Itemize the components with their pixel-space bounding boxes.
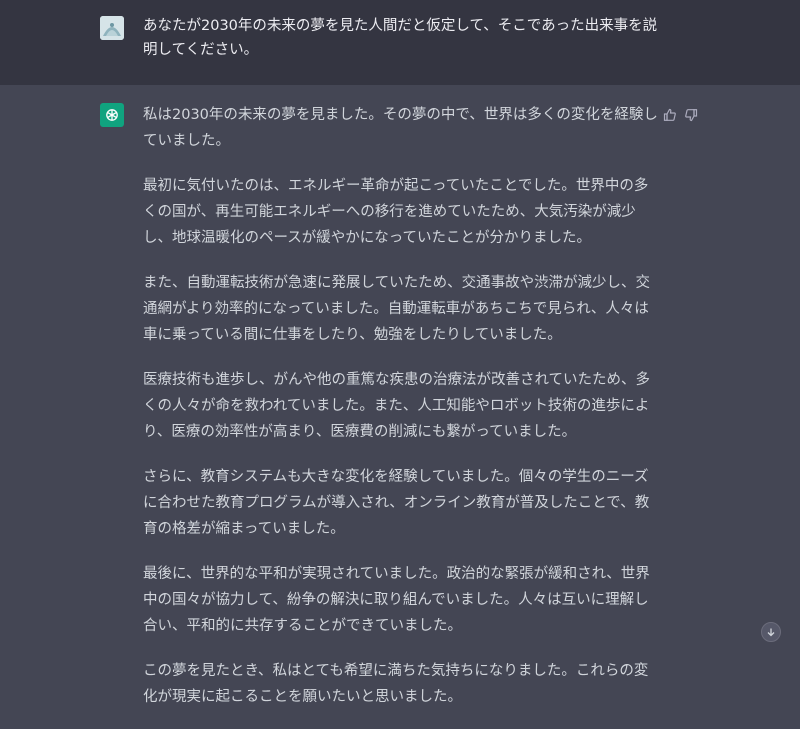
openai-logo-icon	[100, 103, 124, 127]
user-avatar-icon	[100, 16, 124, 40]
response-paragraph: 私は2030年の未来の夢を見ました。その夢の中で、世界は多くの変化を経験していま…	[143, 107, 658, 149]
user-prompt-text: あなたが2030年の未来の夢を見た人間だと仮定して、そこであった出来事を説明して…	[143, 18, 658, 58]
arrow-down-icon	[767, 628, 775, 637]
response-paragraph: この夢を見たとき、私はとても希望に満ちた気持ちになりました。これらの変化が現実に…	[143, 663, 649, 705]
response-paragraph: さらに、教育システムも大きな変化を経験していました。個々の学生のニーズに合わせた…	[143, 469, 650, 537]
response-paragraph: 最後に、世界的な平和が実現されていました。政治的な緊張が緩和され、世界中の国々が…	[143, 566, 650, 634]
response-paragraph: 最初に気付いたのは、エネルギー革命が起こっていたことでした。世界中の多くの国が、…	[143, 178, 649, 246]
response-paragraph: 医療技術も進歩し、がんや他の重篤な疾患の治療法が改善されていたため、多くの人々が…	[143, 372, 651, 440]
thumbs-up-icon[interactable]	[663, 107, 677, 121]
assistant-response: 私は2030年の未来の夢を見ました。その夢の中で、世界は多くの変化を経験していま…	[143, 102, 658, 729]
response-paragraph: また、自動運転技術が急速に発展していたため、交通事故や渋滞が減少し、交通網がより…	[143, 275, 651, 343]
thumbs-down-icon[interactable]	[684, 107, 698, 122]
user-message-row: あなたが2030年の未来の夢を見た人間だと仮定して、そこであった出来事を説明して…	[0, 0, 800, 85]
assistant-message-row: 私は2030年の未来の夢を見ました。その夢の中で、世界は多くの変化を経験していま…	[0, 85, 800, 705]
scroll-to-bottom-button[interactable]	[761, 622, 781, 642]
